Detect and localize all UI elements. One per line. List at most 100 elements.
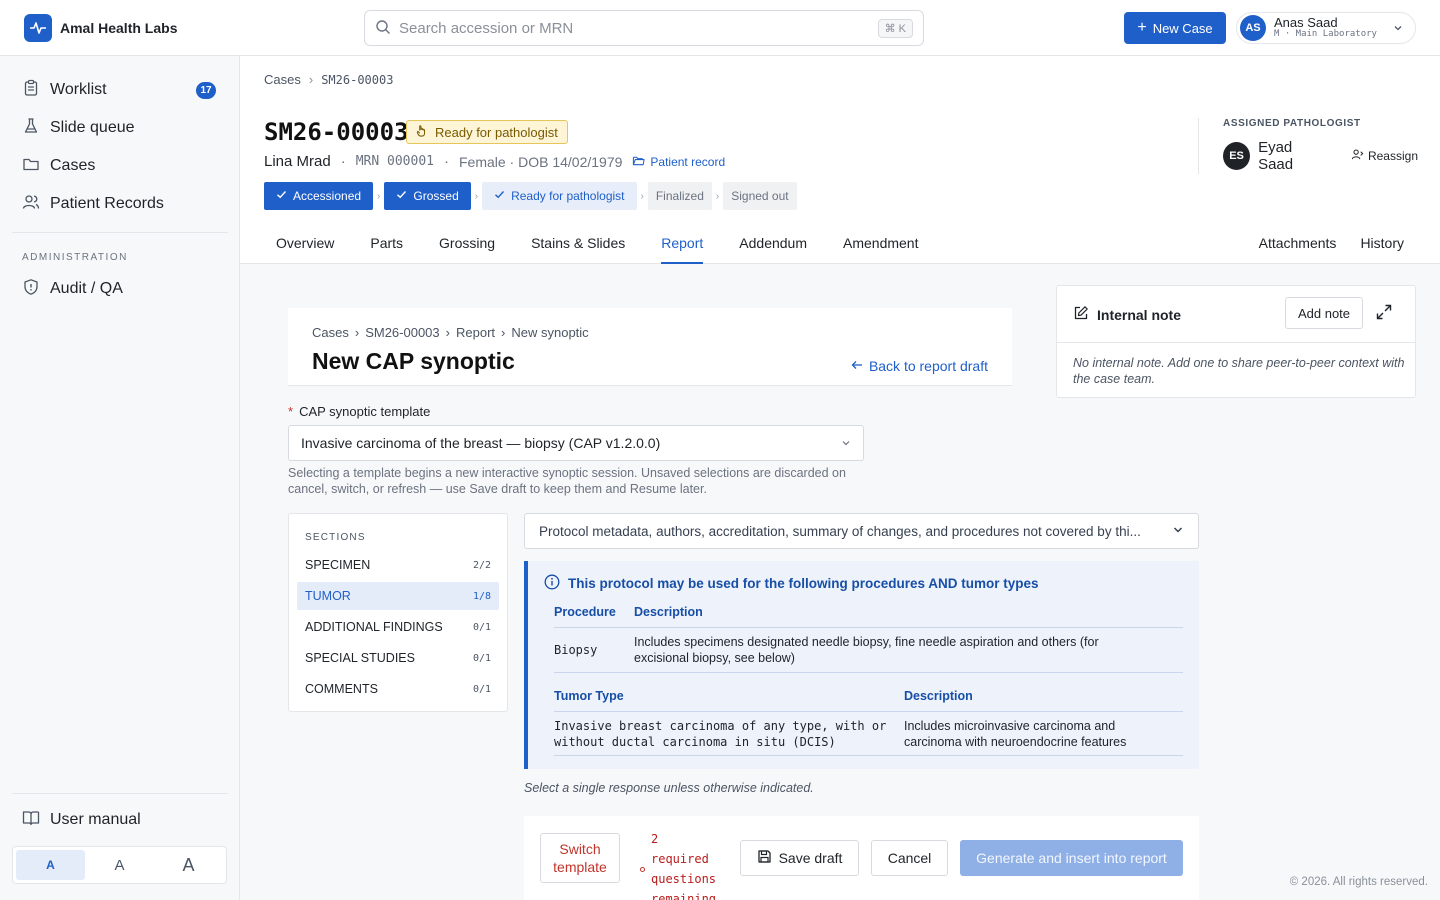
section-tumor[interactable]: TUMOR 1/8: [297, 582, 499, 610]
folder-icon: [22, 155, 40, 178]
sidebar-item-audit-qa[interactable]: Audit / QA: [12, 273, 228, 305]
status-dot-icon: [640, 866, 645, 872]
new-case-button[interactable]: + New Case: [1124, 12, 1226, 44]
step-ready-for-pathologist: Ready for pathologist: [482, 182, 637, 210]
user-manual-link[interactable]: User manual: [12, 804, 228, 836]
info-title: This protocol may be used for the follow…: [544, 574, 1039, 593]
section-count: 0/1: [472, 652, 491, 664]
tab-stains-slides[interactable]: Stains & Slides: [519, 222, 625, 264]
breadcrumb-report[interactable]: Report: [456, 325, 495, 340]
sections-title: SECTIONS: [305, 532, 366, 543]
user-manual-label: User manual: [50, 811, 141, 828]
section-special-studies[interactable]: SPECIAL STUDIES 0/1: [297, 644, 499, 672]
protocol-metadata-accordion[interactable]: Protocol metadata, authors, accreditatio…: [524, 513, 1199, 549]
brand[interactable]: Amal Health Labs: [24, 14, 177, 42]
step-grossed: Grossed: [384, 182, 471, 210]
divider: [554, 672, 1183, 673]
internal-note-title: Internal note: [1097, 306, 1182, 323]
back-to-report-link[interactable]: Back to report draft: [851, 358, 988, 374]
sidebar-item-worklist[interactable]: Worklist 17: [12, 74, 228, 106]
sidebar-item-slide-queue[interactable]: Slide queue: [12, 112, 228, 144]
sidebar-item-cases[interactable]: Cases: [12, 150, 228, 182]
add-note-button[interactable]: Add note: [1285, 297, 1363, 329]
save-draft-button[interactable]: Save draft: [740, 840, 859, 876]
tab-attachments[interactable]: Attachments: [1259, 222, 1337, 264]
case-tabs: Overview Parts Grossing Stains & Slides …: [264, 222, 942, 264]
generate-insert-button[interactable]: Generate and insert into report: [960, 840, 1183, 876]
patient-name: Lina Mrad: [264, 153, 331, 170]
pathologist-name: Eyad Saad: [1258, 139, 1294, 173]
tumor-type-header: Tumor Type: [554, 689, 624, 703]
procedure-description-header: Description: [634, 605, 703, 619]
sidebar-item-label: Cases: [50, 157, 96, 174]
new-case-label: New Case: [1152, 20, 1213, 36]
user-name: Anas Saad: [1274, 15, 1338, 30]
section-specimen[interactable]: SPECIMEN 2/2: [297, 551, 499, 579]
chevron-right-icon: ›: [445, 325, 450, 340]
tab-parts[interactable]: Parts: [358, 222, 403, 264]
users-icon: [22, 193, 40, 216]
synoptic-header: Cases › SM26-00003 › Report › New synopt…: [288, 308, 1012, 386]
folder-open-icon: [632, 154, 645, 170]
tab-history[interactable]: History: [1360, 222, 1404, 264]
tab-amendment[interactable]: Amendment: [831, 222, 918, 264]
section-label: COMMENTS: [305, 682, 378, 696]
tab-addendum[interactable]: Addendum: [727, 222, 807, 264]
chevron-down-icon: [841, 435, 851, 451]
tab-report[interactable]: Report: [649, 222, 704, 264]
breadcrumb-current: New synoptic: [511, 325, 589, 340]
divider: [554, 627, 1183, 628]
remaining-label: 2 required questions remaining: [651, 832, 717, 900]
protocol-metadata-label: Protocol metadata, authors, accreditatio…: [539, 523, 1141, 539]
check-icon: [494, 189, 505, 203]
user-menu[interactable]: AS Anas Saad M · Main Laboratory: [1236, 12, 1416, 44]
sidebar-item-patient-records[interactable]: Patient Records: [12, 188, 228, 220]
workflow-steps: Accessioned › Grossed › Ready for pathol…: [264, 182, 797, 210]
breadcrumb-case[interactable]: SM26-00003: [365, 325, 439, 340]
section-count: 0/1: [472, 683, 491, 695]
chevron-down-icon: [1172, 524, 1184, 539]
search-input[interactable]: Search accession or MRN ⌘ K: [364, 10, 924, 46]
patient-demographics: Female · DOB 14/02/1979: [458, 153, 623, 170]
procedure-description: Includes specimens designated needle bio…: [634, 635, 1099, 665]
switch-template-button[interactable]: Switch template: [540, 833, 620, 883]
sidebar-item-label: Slide queue: [50, 119, 135, 136]
expand-icon[interactable]: [1375, 303, 1393, 324]
tab-grossing[interactable]: Grossing: [427, 222, 495, 264]
shield-icon: [22, 278, 40, 301]
pulse-logo-icon: [24, 14, 52, 42]
section-count: 0/1: [472, 621, 491, 633]
font-size-small-button[interactable]: A: [16, 850, 85, 880]
divider: [12, 793, 228, 794]
font-size-large-button[interactable]: A: [154, 850, 223, 880]
sidebar: Worklist 17 Slide queue Cases Patient Re…: [0, 56, 240, 900]
copyright: © 2026. All rights reserved.: [1289, 876, 1428, 888]
font-size-medium-button[interactable]: A: [85, 850, 154, 880]
info-icon: [544, 574, 560, 593]
response-footnote: Select a single response unless otherwis…: [524, 781, 814, 795]
search-shortcut: ⌘ K: [877, 18, 913, 38]
reassign-button[interactable]: Reassign: [1351, 148, 1418, 164]
sidebar-item-label: Worklist: [50, 81, 107, 98]
divider: [554, 711, 1183, 712]
patient-record-link[interactable]: Patient record: [632, 154, 725, 170]
step-signed-out: Signed out: [723, 182, 797, 210]
search-placeholder: Search accession or MRN: [399, 19, 574, 37]
action-bar: Switch template 2 required questions rem…: [524, 816, 1199, 900]
template-select[interactable]: Invasive carcinoma of the breast — biops…: [288, 425, 864, 461]
separator-dot: ·: [443, 153, 449, 170]
breadcrumb-cases[interactable]: Cases: [312, 325, 349, 340]
arrow-left-icon: [851, 358, 863, 374]
step-accessioned: Accessioned: [264, 182, 374, 210]
cancel-button[interactable]: Cancel: [871, 840, 948, 876]
step-label: Grossed: [413, 189, 459, 203]
user-swap-icon: [1351, 148, 1364, 164]
tab-overview[interactable]: Overview: [264, 222, 334, 264]
section-count: 2/2: [472, 559, 491, 571]
back-label: Back to report draft: [868, 358, 988, 374]
section-comments[interactable]: COMMENTS 0/1: [297, 675, 499, 703]
breadcrumb-cases[interactable]: Cases: [264, 72, 301, 87]
internal-note-panel: Internal note Add note No internal note.…: [1056, 285, 1416, 398]
info-title-text: This protocol may be used for the follow…: [568, 576, 1039, 591]
section-additional-findings[interactable]: ADDITIONAL FINDINGS 0/1: [297, 613, 499, 641]
